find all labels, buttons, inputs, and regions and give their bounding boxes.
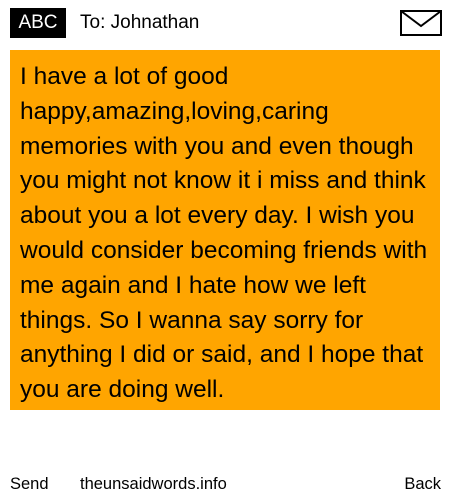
- input-mode-badge[interactable]: ABC: [10, 8, 66, 38]
- envelope-icon: [400, 10, 442, 36]
- send-softkey[interactable]: Send: [10, 473, 49, 495]
- back-softkey[interactable]: Back: [404, 473, 441, 495]
- recipient-field[interactable]: To: Johnathan: [80, 10, 199, 36]
- message-header: ABC To: Johnathan: [0, 0, 450, 44]
- site-label: theunsaidwords.info: [80, 475, 227, 493]
- message-text: I have a lot of good happy,amazing,lovin…: [20, 63, 428, 404]
